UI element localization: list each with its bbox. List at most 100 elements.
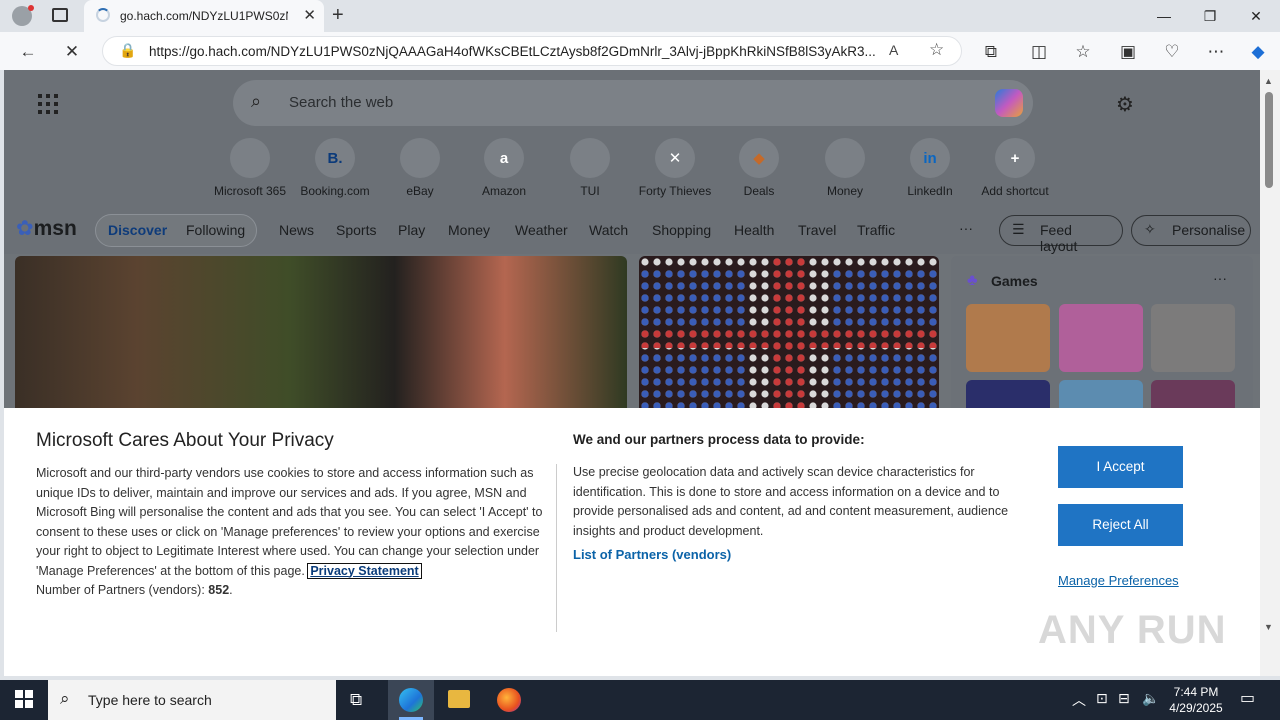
games-card: ♣ Games ··· [951, 256, 1253, 448]
back-icon[interactable]: ← [16, 40, 40, 64]
notifications-icon[interactable]: ▭ [1240, 688, 1255, 708]
lock-icon[interactable]: 🔒 [119, 42, 136, 59]
tab-discover[interactable]: Discover [108, 222, 167, 238]
privacy-body-text: Microsoft and our third-party vendors us… [36, 466, 543, 578]
msn-logo[interactable]: ✿msn [16, 216, 77, 241]
shortcut-label: Money [826, 184, 864, 198]
edge-icon[interactable] [399, 688, 423, 712]
sparkle-icon: ✧ [1144, 221, 1156, 237]
copilot-search-icon[interactable] [995, 89, 1023, 117]
settings-gear-icon[interactable]: ⚙ [1116, 92, 1134, 117]
shortcut-deals[interactable]: ◆ Deals [719, 138, 799, 198]
performance-icon[interactable]: ♡ [1160, 40, 1184, 64]
nav-play[interactable]: Play [398, 222, 425, 238]
personalise-label: Personalise [1172, 222, 1246, 238]
games-title: Games [991, 273, 1038, 289]
data-processing-body: Use precise geolocation data and activel… [573, 465, 1009, 538]
game-tile[interactable] [1151, 304, 1235, 372]
shortcut-booking-com[interactable]: B. Booking.com [295, 138, 375, 198]
taskbar-clock[interactable]: 7:44 PM 4/29/2025 [1166, 684, 1226, 716]
shortcut-icon: a [484, 138, 524, 178]
accept-button[interactable]: I Accept [1058, 446, 1183, 488]
shortcut-label: Forty Thieves [638, 184, 712, 198]
stop-loading-icon[interactable]: ✕ [60, 40, 84, 64]
restore-icon[interactable]: ❐ [1188, 4, 1232, 28]
read-aloud-icon[interactable]: A [889, 42, 898, 58]
shortcut-icon [400, 138, 440, 178]
privacy-title: Microsoft Cares About Your Privacy [36, 430, 334, 451]
web-search-box[interactable]: ⌕ Search the web [233, 80, 1033, 126]
shortcut-label: eBay [406, 184, 434, 198]
manage-preferences-link[interactable]: Manage Preferences [1058, 573, 1179, 588]
msn-logo-text: msn [33, 217, 77, 240]
hero-card-food-image[interactable] [15, 256, 627, 408]
nav-shopping[interactable]: Shopping [652, 222, 711, 238]
firefox-icon[interactable] [497, 688, 521, 712]
shortcut-microsoft-365[interactable]: Microsoft 365 [210, 138, 290, 198]
minimize-icon[interactable]: — [1142, 4, 1186, 28]
windows-start-icon[interactable] [15, 690, 33, 708]
tab-close-icon[interactable]: ✕ [303, 6, 316, 24]
file-explorer-icon[interactable] [448, 690, 470, 708]
taskbar-search-box[interactable]: ⌕ Type here to search [48, 680, 336, 720]
nav-money[interactable]: Money [448, 222, 490, 238]
shortcut-forty-thieves[interactable]: ✕ Forty Thieves [635, 138, 715, 198]
shortcut-add-shortcut[interactable]: + Add shortcut [975, 138, 1055, 198]
list-of-partners-link[interactable]: List of Partners (vendors) [573, 547, 731, 562]
shortcut-linkedin[interactable]: in LinkedIn [890, 138, 970, 198]
network-icon[interactable]: ⊟ [1118, 690, 1130, 707]
new-tab-icon[interactable]: + [332, 4, 344, 27]
reject-all-button[interactable]: Reject All [1058, 504, 1183, 546]
nav-watch[interactable]: Watch [589, 222, 628, 238]
favorite-star-icon[interactable]: ☆ [929, 40, 944, 60]
nav-sports[interactable]: Sports [336, 222, 376, 238]
feed-layout-button[interactable]: ☰ Feed layout [999, 215, 1123, 254]
nav-weather[interactable]: Weather [515, 222, 568, 238]
news-card-flag-image[interactable] [639, 256, 939, 408]
anyrun-watermark: ANY RUN [1038, 608, 1227, 652]
shortcut-ebay[interactable]: eBay [380, 138, 460, 198]
scroll-down-icon[interactable]: ▼ [1264, 622, 1273, 632]
shortcut-icon [570, 138, 610, 178]
nav-health[interactable]: Health [734, 222, 774, 238]
shortcut-label: Microsoft 365 [213, 184, 287, 198]
task-view-icon[interactable]: ⧉ [350, 690, 362, 710]
data-processing-title: We and our partners process data to prov… [573, 432, 865, 447]
web-search-placeholder[interactable]: Search the web [289, 94, 393, 111]
nav-news[interactable]: News [279, 222, 314, 238]
shortcut-tui[interactable]: TUI [550, 138, 630, 198]
apps-grid-icon[interactable] [38, 94, 58, 114]
favorites-icon[interactable]: ☆ [1071, 40, 1095, 64]
tab-following[interactable]: Following [186, 222, 245, 238]
personalise-button[interactable]: ✧ Personalise [1131, 215, 1251, 246]
game-tile[interactable] [1059, 304, 1143, 372]
window-close-icon[interactable]: ✕ [1234, 4, 1278, 28]
tray-chevron-icon[interactable]: ︿ [1072, 690, 1086, 710]
split-screen-icon[interactable]: ◫ [1027, 40, 1051, 64]
privacy-statement-link[interactable]: Privacy Statement [307, 562, 422, 579]
tab-active[interactable]: go.hach.com/NDYzLU1PWS0zNj ✕ [84, 0, 324, 32]
nav-more-icon[interactable]: ··· [959, 220, 973, 236]
taskbar-search-placeholder[interactable]: Type here to search [88, 692, 212, 708]
tab-actions-icon[interactable] [52, 8, 68, 22]
collections-icon[interactable]: ▣ [1116, 40, 1140, 64]
address-url[interactable]: https://go.hach.com/NDYzLU1PWS0zNjQAAAGa… [149, 44, 879, 59]
scrollbar-thumb[interactable] [1265, 92, 1273, 188]
games-more-icon[interactable]: ··· [1213, 270, 1227, 286]
address-bar[interactable]: 🔒 https://go.hach.com/NDYzLU1PWS0zNjQAAA… [102, 36, 962, 66]
more-menu-icon[interactable]: ⋯ [1204, 40, 1228, 64]
shortcut-amazon[interactable]: a Amazon [464, 138, 544, 198]
scroll-up-icon[interactable]: ▲ [1264, 76, 1273, 86]
nav-traffic[interactable]: Traffic [857, 222, 895, 238]
tray-device-icon[interactable]: ⊡ [1096, 690, 1108, 707]
extensions-icon[interactable]: ⧉ [979, 40, 1003, 64]
shortcut-money[interactable]: Money [805, 138, 885, 198]
flag-dots-image [639, 256, 939, 408]
nav-travel[interactable]: Travel [798, 222, 836, 238]
game-tile[interactable] [966, 304, 1050, 372]
copilot-icon[interactable]: ◆ [1246, 40, 1270, 64]
shortcut-label: TUI [580, 184, 600, 198]
taskbar-search-icon: ⌕ [60, 689, 70, 708]
volume-icon[interactable]: 🔈 [1142, 690, 1159, 707]
privacy-consent-banner: Microsoft Cares About Your Privacy Micro… [4, 408, 1260, 676]
